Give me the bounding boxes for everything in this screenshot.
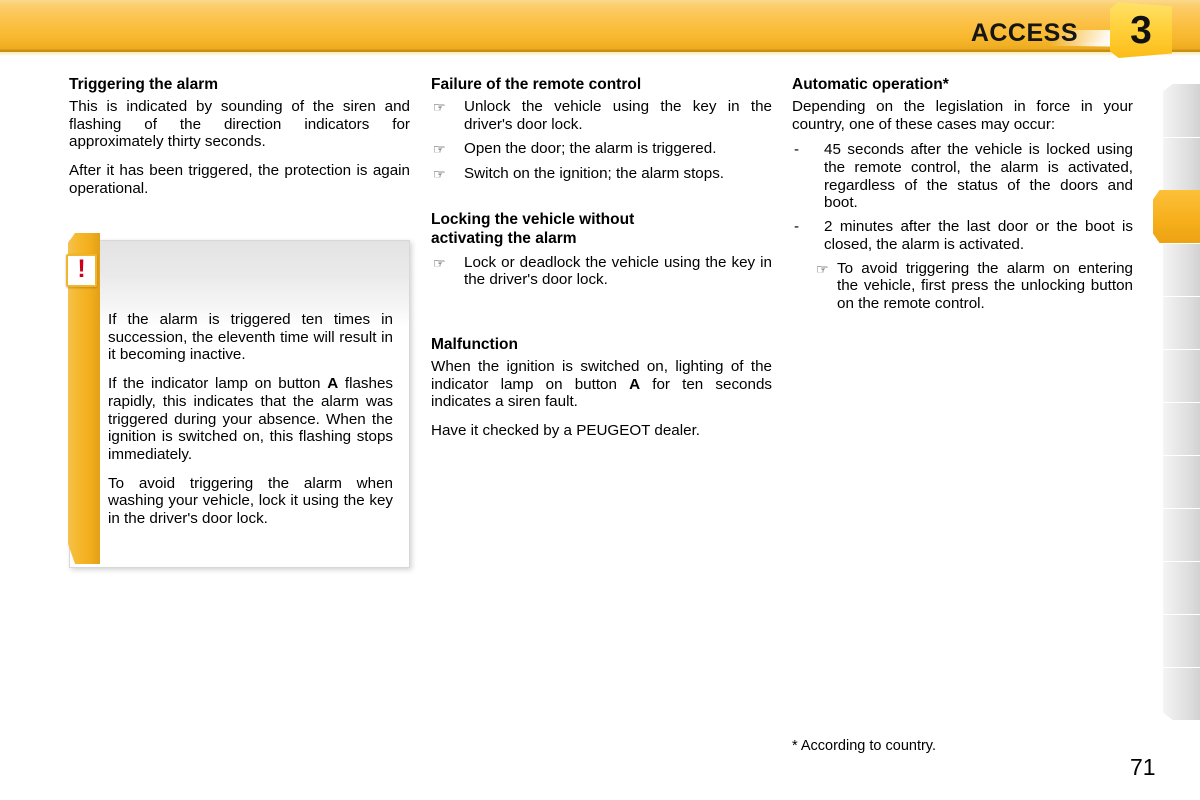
warning-exclamation-icon: ! bbox=[66, 254, 97, 287]
section-heading-locking-without-activating: Locking the vehicle without activating t… bbox=[431, 211, 772, 249]
automatic-operation-cases-list: - 45 seconds after the vehicle is locked… bbox=[792, 141, 1133, 253]
button-label-a: A bbox=[327, 375, 339, 393]
warning-paragraph: If the alarm is triggered ten times in s… bbox=[108, 311, 393, 364]
content-column-middle: Failure of the remote control ☞ Unlock t… bbox=[431, 76, 772, 440]
list-item: - 2 minutes after the last door or the b… bbox=[792, 218, 1133, 253]
exclamation-glyph: ! bbox=[77, 255, 86, 283]
chapter-tab-7[interactable] bbox=[1163, 402, 1200, 455]
paragraph-intro: Depending on the legislation in force in… bbox=[792, 97, 1133, 133]
chapter-number: 3 bbox=[1130, 8, 1152, 52]
nested-tip-note: ☞ To avoid triggering the alarm on enter… bbox=[816, 260, 1133, 313]
content-column-left: Triggering the alarm This is indicated b… bbox=[69, 76, 410, 197]
paragraph: Have it checked by a PEUGEOT dealer. bbox=[431, 421, 701, 439]
chapter-tab-1[interactable] bbox=[1163, 84, 1200, 137]
chapter-tab-4[interactable] bbox=[1163, 243, 1200, 296]
instruction-list-remote-failure: ☞ Unlock the vehicle using the key in th… bbox=[431, 98, 772, 183]
list-item: ☞ Switch on the ignition; the alarm stop… bbox=[431, 165, 772, 183]
chapter-tab-strip bbox=[1153, 84, 1200, 734]
heading-line-2: activating the alarm bbox=[431, 229, 577, 247]
list-item-text: 45 seconds after the vehicle is locked u… bbox=[824, 141, 1133, 212]
chapter-tab-2[interactable] bbox=[1163, 137, 1200, 190]
warning-para2-pre: If the indicator lamp on button bbox=[108, 375, 328, 393]
chapter-tab-8[interactable] bbox=[1163, 455, 1200, 508]
hand-pointer-icon: ☞ bbox=[433, 141, 446, 158]
chapter-tab-3-active[interactable] bbox=[1153, 190, 1200, 243]
chapter-tab-5[interactable] bbox=[1163, 296, 1200, 349]
page-title: ACCESS bbox=[970, 19, 1078, 47]
section-heading-automatic-operation: Automatic operation* bbox=[792, 76, 949, 93]
dash-bullet-icon: - bbox=[794, 218, 800, 236]
chapter-tab-10[interactable] bbox=[1163, 561, 1200, 614]
dash-bullet-icon: - bbox=[794, 141, 800, 159]
hand-pointer-icon: ☞ bbox=[816, 260, 829, 277]
section-heading-malfunction: Malfunction bbox=[431, 335, 518, 353]
paragraph-with-button-ref: When the ignition is switched on, lighti… bbox=[431, 358, 772, 411]
hand-pointer-icon: ☞ bbox=[433, 98, 446, 115]
chapter-tab-12[interactable] bbox=[1163, 667, 1200, 720]
section-heading-triggering-the-alarm: Triggering the alarm bbox=[69, 76, 219, 93]
chapter-tab-9[interactable] bbox=[1163, 508, 1200, 561]
list-item-text: Open the door; the alarm is triggered. bbox=[464, 140, 717, 158]
nested-note-text: To avoid triggering the alarm on enterin… bbox=[837, 259, 1133, 312]
list-item-text: 2 minutes after the last door or the boo… bbox=[824, 218, 1133, 253]
hand-pointer-icon: ☞ bbox=[433, 254, 446, 271]
page-number: 71 bbox=[1130, 754, 1156, 780]
warning-box-text-area: If the alarm is triggered ten times in s… bbox=[108, 311, 393, 528]
paragraph: This is indicated by sounding of the sir… bbox=[69, 97, 410, 151]
list-item-text: Switch on the ignition; the alarm stops. bbox=[464, 165, 725, 183]
footnote: * According to country. bbox=[792, 738, 937, 754]
list-item: ☞ Open the door; the alarm is triggered. bbox=[431, 140, 772, 158]
instruction-list-locking-without-alarm: ☞ Lock or deadlock the vehicle using the… bbox=[431, 254, 772, 289]
list-item-text: Lock or deadlock the vehicle using the k… bbox=[464, 253, 772, 289]
list-item: ☞ Unlock the vehicle using the key in th… bbox=[431, 98, 772, 133]
chapter-tab-6[interactable] bbox=[1163, 349, 1200, 402]
header-underline-light bbox=[0, 52, 1200, 56]
warning-paragraph: To avoid triggering the alarm when washi… bbox=[108, 474, 393, 528]
section-heading-failure-of-the-remote-control: Failure of the remote control bbox=[431, 76, 642, 93]
paragraph: After it has been triggered, the protect… bbox=[69, 162, 410, 197]
button-label-a: A bbox=[629, 375, 641, 393]
content-column-right: Automatic operation* Depending on the le… bbox=[792, 76, 1133, 313]
hand-pointer-icon: ☞ bbox=[433, 166, 446, 183]
list-item: ☞ Lock or deadlock the vehicle using the… bbox=[431, 254, 772, 289]
list-item-text: Unlock the vehicle using the key in the … bbox=[464, 97, 772, 133]
warning-callout-box: If the alarm is triggered ten times in s… bbox=[69, 240, 410, 568]
list-item: - 45 seconds after the vehicle is locked… bbox=[792, 141, 1133, 212]
chapter-tab-11[interactable] bbox=[1163, 614, 1200, 667]
heading-line-1: Locking the vehicle without bbox=[431, 210, 635, 228]
warning-paragraph-with-button-ref: If the indicator lamp on button A flashe… bbox=[108, 375, 393, 464]
